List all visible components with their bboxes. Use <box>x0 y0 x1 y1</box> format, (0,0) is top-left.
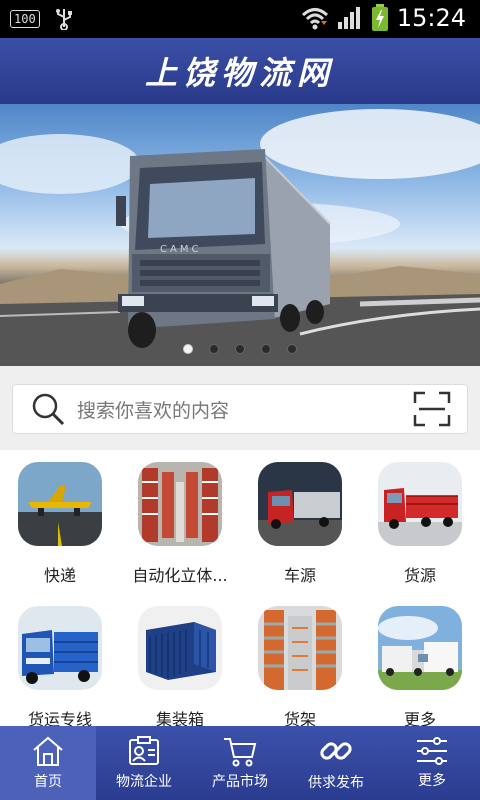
scan-icon[interactable] <box>413 391 451 427</box>
banner-truck-image: CAMC <box>0 109 480 366</box>
truck-brand-label: CAMC <box>160 244 201 255</box>
battery-level-badge: 100 <box>10 10 40 28</box>
container-icon <box>138 606 222 690</box>
grid-item-label: 快递 <box>43 566 76 585</box>
grid-item-shelving[interactable]: 货架 <box>240 594 360 732</box>
cargo-truck-icon <box>378 462 462 546</box>
grid-item-label: 车源 <box>283 566 316 585</box>
app-header: 上饶物流网 <box>0 38 480 104</box>
sliders-icon <box>415 736 449 766</box>
tab-label: 产品市场 <box>212 774 268 790</box>
grid-item-express[interactable]: 快递 <box>0 450 120 588</box>
warehouse-racks-icon <box>138 462 222 546</box>
banner-carousel[interactable]: CAMC <box>0 104 480 366</box>
home-icon <box>31 735 65 767</box>
tab-supply-demand[interactable]: 供求发布 <box>288 726 384 800</box>
cart-icon <box>222 735 258 767</box>
carousel-indicator <box>0 344 480 354</box>
search-section: 搜索你喜欢的内容 <box>0 366 480 450</box>
red-truck-icon <box>258 462 342 546</box>
shelving-icon <box>258 606 342 690</box>
grid-item-label: 货源 <box>403 566 436 585</box>
link-icon <box>319 734 353 768</box>
status-bar: 100 15:24 <box>0 0 480 38</box>
carousel-dot[interactable] <box>261 344 271 354</box>
signal-icon <box>337 6 363 30</box>
search-input[interactable]: 搜索你喜欢的内容 <box>77 396 413 423</box>
battery-charging-icon <box>371 4 389 32</box>
grid-item-automated-warehouse[interactable]: 自动化立体... <box>120 450 240 588</box>
search-bar[interactable]: 搜索你喜欢的内容 <box>12 384 468 434</box>
grid-item-more[interactable]: 更多 <box>360 594 480 732</box>
truck-fleet-icon <box>378 606 462 690</box>
carousel-dot[interactable] <box>287 344 297 354</box>
page-title: 上饶物流网 <box>144 54 335 92</box>
category-grid: 快递 自动化立体... 车源 货源 货运专线 集装箱 货架 更多 <box>0 450 480 729</box>
grid-item-label: 自动化立体... <box>132 566 228 585</box>
grid-item-container[interactable]: 集装箱 <box>120 594 240 732</box>
wifi-icon <box>301 6 329 30</box>
status-clock: 15:24 <box>396 4 466 32</box>
grid-item-vehicle-source[interactable]: 车源 <box>240 450 360 588</box>
carousel-dot[interactable] <box>183 344 193 354</box>
tab-logistics-companies[interactable]: 物流企业 <box>96 726 192 800</box>
carousel-dot[interactable] <box>209 344 219 354</box>
tab-product-market[interactable]: 产品市场 <box>192 726 288 800</box>
tab-label: 供求发布 <box>308 775 364 791</box>
usb-icon <box>54 8 74 30</box>
tab-label: 更多 <box>418 773 446 789</box>
airplane-cargo-icon <box>18 462 102 546</box>
tab-label: 首页 <box>34 774 62 790</box>
grid-item-cargo-source[interactable]: 货源 <box>360 450 480 588</box>
blue-truck-icon <box>18 606 102 690</box>
carousel-dot[interactable] <box>235 344 245 354</box>
tab-label: 物流企业 <box>116 774 172 790</box>
grid-item-freight-line[interactable]: 货运专线 <box>0 594 120 732</box>
tab-home[interactable]: 首页 <box>0 726 96 800</box>
search-icon[interactable] <box>31 392 65 426</box>
tab-more[interactable]: 更多 <box>384 726 480 800</box>
bottom-tab-bar: 首页 物流企业 产品市场 供求发布 更多 <box>0 726 480 800</box>
id-card-icon <box>127 735 161 767</box>
